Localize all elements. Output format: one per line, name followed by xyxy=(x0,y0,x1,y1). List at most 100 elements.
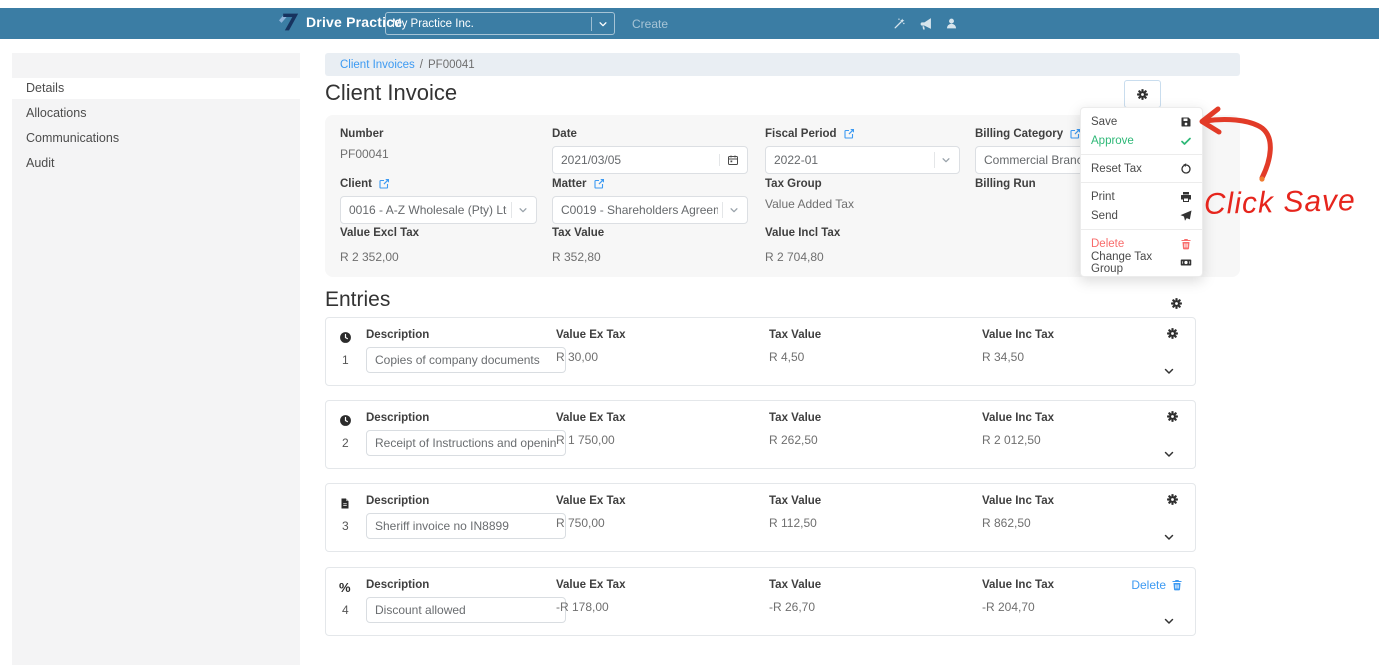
tax-value-value: R 352,80 xyxy=(552,250,601,264)
client-label: Client xyxy=(340,178,372,190)
chevron-down-icon[interactable] xyxy=(1163,615,1175,627)
chevron-down-icon[interactable] xyxy=(1163,448,1175,460)
value-incl-tax-label: Value Incl Tax xyxy=(765,227,841,239)
number-value: PF00041 xyxy=(340,147,389,161)
value-inc-tax: R 2 012,50 xyxy=(982,433,1041,447)
menu-item-change-tax-group[interactable]: Change Tax Group xyxy=(1081,251,1202,275)
value-ex-tax: -R 178,00 xyxy=(556,600,609,614)
entry-card: 1 Description Value Ex Tax R 30,00 Tax V… xyxy=(325,317,1196,386)
clock-icon xyxy=(339,414,352,427)
gear-icon xyxy=(1136,88,1149,101)
column-label-value-ex-tax: Value Ex Tax xyxy=(556,579,626,591)
entries-title: Entries xyxy=(325,288,391,311)
banknote-icon xyxy=(1180,256,1192,269)
save-icon xyxy=(1180,116,1192,128)
sidebar-item-communications[interactable]: Communications xyxy=(12,128,300,149)
menu-item-print[interactable]: Print xyxy=(1081,187,1202,206)
fiscal-period-select[interactable]: 2022-01 xyxy=(765,146,960,174)
entry-settings-gear-icon[interactable] xyxy=(1166,410,1179,423)
entry-card: 2 Description Value Ex Tax R 1 750,00 Ta… xyxy=(325,400,1196,469)
description-input[interactable] xyxy=(366,513,566,539)
client-select[interactable]: 0016 - A-Z Wholesale (Pty) Ltd xyxy=(340,196,537,224)
percent-icon: % xyxy=(339,580,351,595)
entry-card: % 4 Description Value Ex Tax -R 178,00 T… xyxy=(325,567,1196,636)
edit-link-icon[interactable] xyxy=(378,178,390,190)
chevron-down-icon[interactable] xyxy=(1163,531,1175,543)
trash-icon xyxy=(1171,579,1183,591)
tax-value: R 112,50 xyxy=(769,516,817,530)
tax-value: R 4,50 xyxy=(769,350,805,364)
menu-divider xyxy=(1081,182,1202,183)
brand: Drive Practice xyxy=(278,12,402,32)
navbar-icon-group xyxy=(893,17,958,30)
column-label-tax-value: Tax Value xyxy=(769,329,822,341)
description-input[interactable] xyxy=(366,347,566,373)
entry-number: 3 xyxy=(342,519,349,533)
top-navbar: Drive Practice My Practice Inc. Create xyxy=(0,8,1379,39)
date-input-field[interactable] xyxy=(561,153,713,167)
value-ex-tax: R 1 750,00 xyxy=(556,433,615,447)
tax-value-label: Tax Value xyxy=(552,227,605,239)
breadcrumb-separator: / xyxy=(419,58,423,71)
calendar-icon[interactable] xyxy=(719,154,739,166)
column-label-value-ex-tax: Value Ex Tax xyxy=(556,329,626,341)
matter-select[interactable]: C0019 - Shareholders Agreement: A... xyxy=(552,196,748,224)
edit-link-icon[interactable] xyxy=(593,178,605,190)
practice-select-value: My Practice Inc. xyxy=(392,17,474,30)
matter-label: Matter xyxy=(552,178,587,190)
entry-delete-button[interactable]: Delete xyxy=(1131,578,1183,592)
chevron-down-icon xyxy=(598,19,608,29)
breadcrumb: Client Invoices / PF00041 xyxy=(325,53,1240,76)
description-input[interactable] xyxy=(366,597,566,623)
billing-category-label: Billing Category xyxy=(975,128,1064,140)
user-icon[interactable] xyxy=(945,17,958,30)
fiscal-period-value: 2022-01 xyxy=(774,153,819,167)
create-menu-item[interactable]: Create xyxy=(632,17,668,31)
value-incl-tax-value: R 2 704,80 xyxy=(765,250,824,264)
drive-practice-logo-icon xyxy=(278,12,300,32)
printer-icon xyxy=(1180,191,1192,203)
date-input[interactable] xyxy=(552,146,748,174)
practice-select[interactable]: My Practice Inc. xyxy=(385,12,615,35)
date-label: Date xyxy=(552,128,577,140)
entry-settings-gear-icon[interactable] xyxy=(1166,493,1179,506)
value-ex-tax: R 750,00 xyxy=(556,516,605,530)
chevron-down-icon xyxy=(518,205,528,215)
matter-value: C0019 - Shareholders Agreement: A... xyxy=(561,203,718,217)
chevron-down-icon xyxy=(941,155,951,165)
column-label-tax-value: Tax Value xyxy=(769,579,822,591)
column-label-description: Description xyxy=(366,495,430,507)
tax-group-value: Value Added Tax xyxy=(765,197,854,211)
entries-settings-gear-icon[interactable] xyxy=(1170,297,1183,310)
megaphone-icon[interactable] xyxy=(919,17,932,30)
entry-card: 3 Description Value Ex Tax R 750,00 Tax … xyxy=(325,483,1196,552)
check-icon xyxy=(1180,135,1192,147)
menu-item-reset-tax[interactable]: Reset Tax xyxy=(1081,159,1202,178)
chevron-down-icon[interactable] xyxy=(1163,365,1175,377)
menu-item-send[interactable]: Send xyxy=(1081,206,1202,225)
invoice-settings-button[interactable] xyxy=(1124,80,1161,108)
value-excl-tax-label: Value Excl Tax xyxy=(340,227,420,239)
column-label-description: Description xyxy=(366,412,430,424)
tools-icon[interactable] xyxy=(893,17,906,30)
entry-number: 4 xyxy=(342,603,349,617)
sidebar-item-audit[interactable]: Audit xyxy=(12,153,300,174)
tax-group-label: Tax Group xyxy=(765,178,822,190)
breadcrumb-link[interactable]: Client Invoices xyxy=(340,59,415,71)
value-excl-tax-value: R 2 352,00 xyxy=(340,250,399,264)
menu-item-save[interactable]: Save xyxy=(1081,112,1202,131)
entry-settings-gear-icon[interactable] xyxy=(1166,327,1179,340)
sidebar-item-details[interactable]: Details xyxy=(12,78,300,99)
column-label-value-inc-tax: Value Inc Tax xyxy=(982,495,1055,507)
column-label-description: Description xyxy=(366,579,430,591)
clock-icon xyxy=(339,331,352,344)
sidebar-item-allocations[interactable]: Allocations xyxy=(12,103,300,124)
description-input[interactable] xyxy=(366,430,566,456)
menu-item-approve[interactable]: Approve xyxy=(1081,131,1202,150)
column-label-description: Description xyxy=(366,329,430,341)
tax-value: R 262,50 xyxy=(769,433,818,447)
select-divider xyxy=(722,202,723,218)
menu-divider xyxy=(1081,154,1202,155)
edit-link-icon[interactable] xyxy=(843,128,855,140)
paper-plane-icon xyxy=(1180,210,1192,222)
